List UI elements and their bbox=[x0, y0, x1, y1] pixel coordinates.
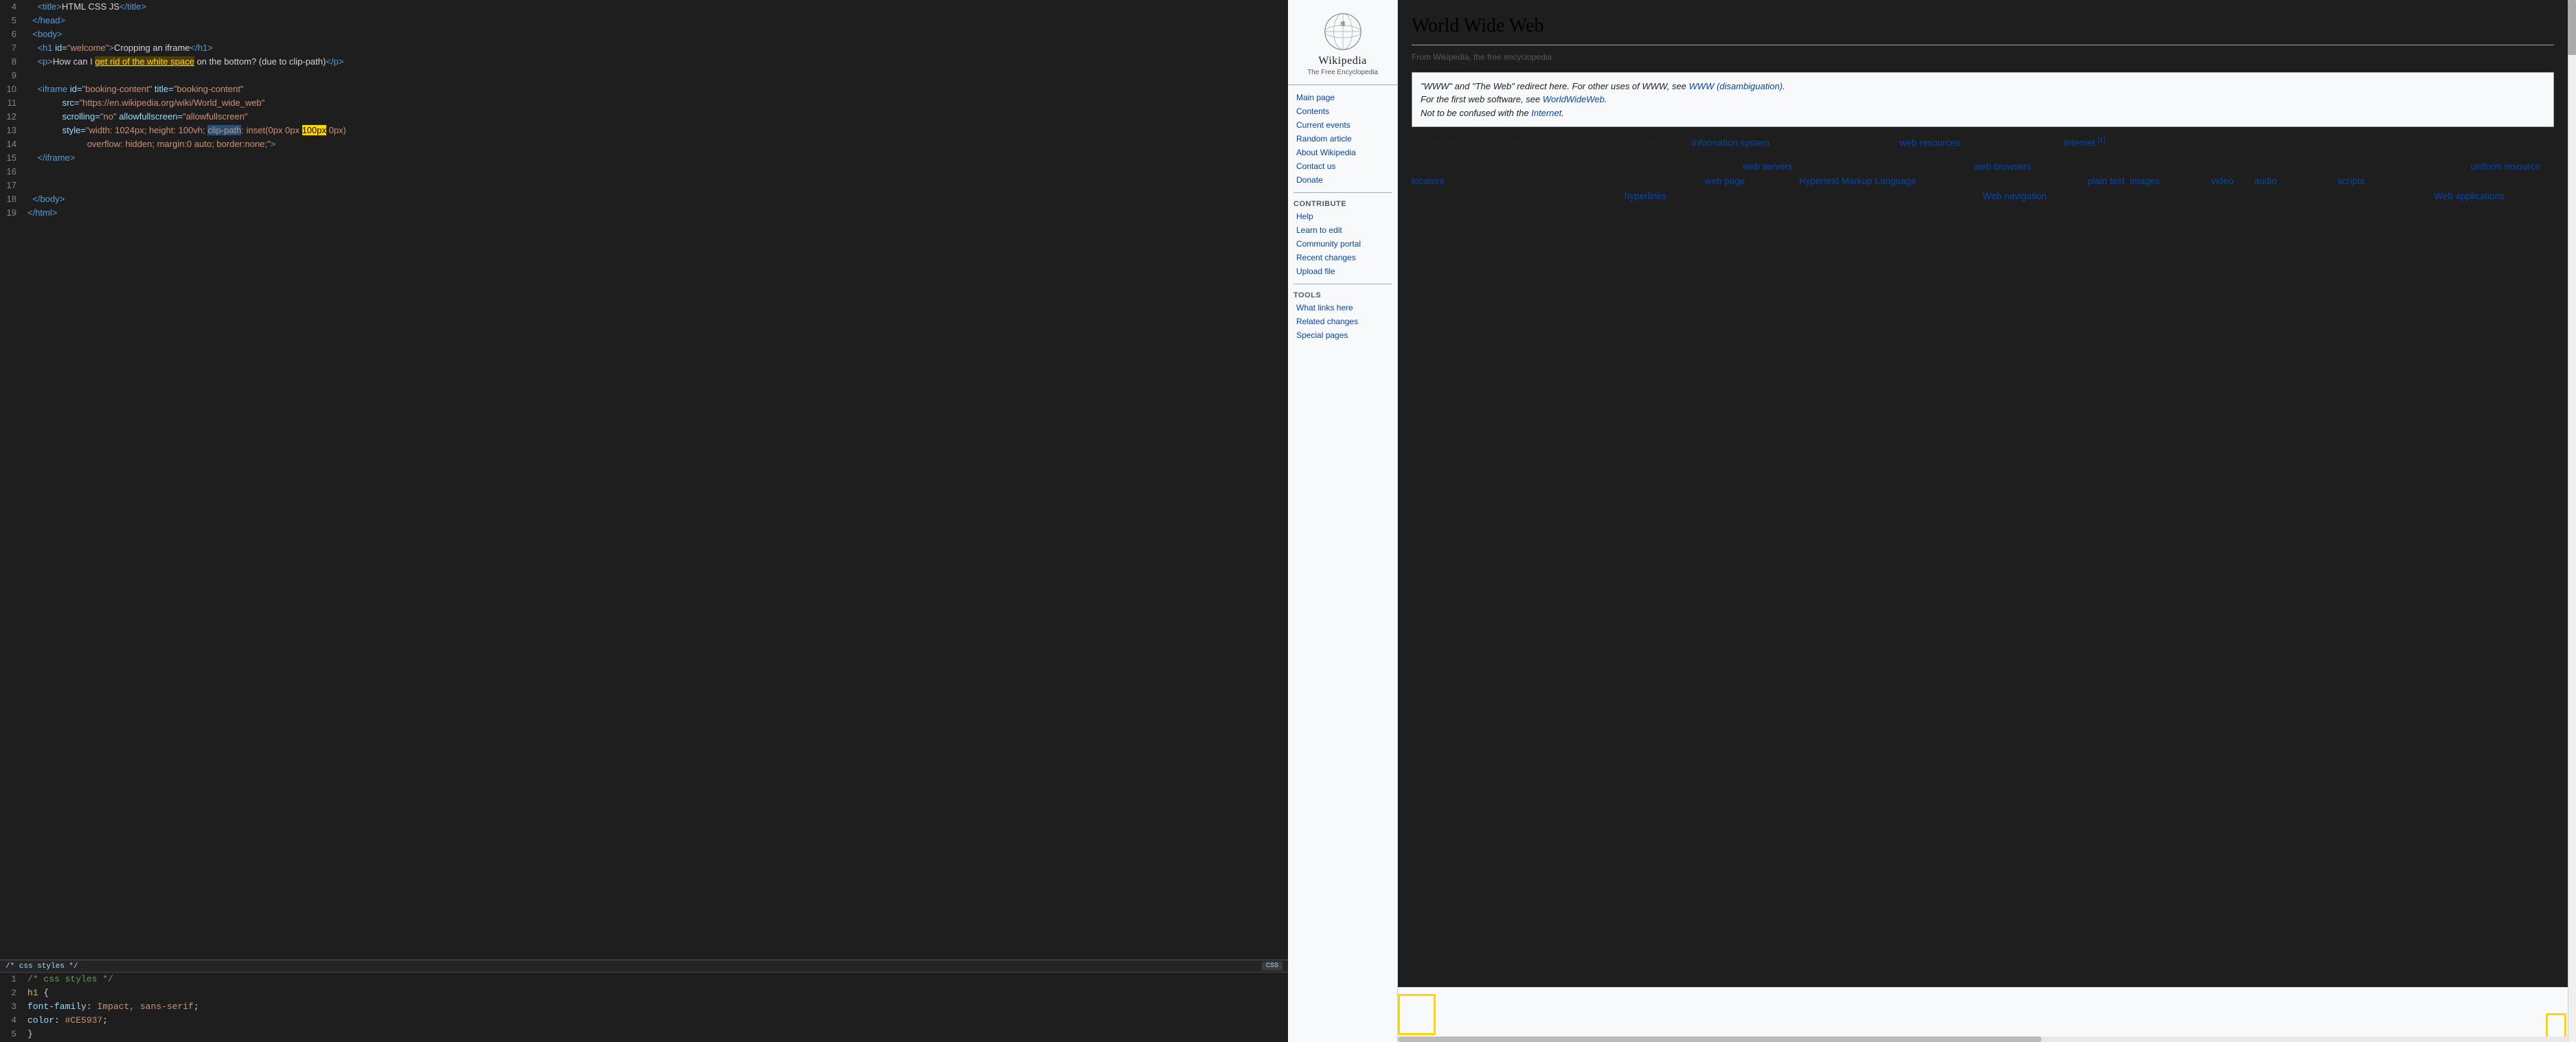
sidebar-item-current-events[interactable]: Current events bbox=[1288, 118, 1397, 132]
link-scripts[interactable]: scripts bbox=[2338, 176, 2364, 186]
infobox-line-3: Not to be confused with the Internet. bbox=[1421, 106, 2545, 120]
wiki-para-1: The World Wide Web (WWW), commonly known… bbox=[1412, 135, 2554, 150]
wiki-scrollbar[interactable] bbox=[1398, 1037, 2568, 1042]
link-web-browsers[interactable]: web browsers bbox=[1974, 161, 2031, 172]
wiki-nav-contribute: Contribute Help Learn to edit Community … bbox=[1288, 197, 1397, 278]
css-badge: CSS bbox=[1262, 962, 1283, 971]
css-tab-label: /* css styles */ bbox=[5, 962, 78, 971]
wiki-sidebar: 維 Wikipedia The Free Encyclopedia Main p… bbox=[1288, 0, 1398, 1042]
code-line-11: 11 src="https://en.wikipedia.org/wiki/Wo… bbox=[0, 96, 1288, 110]
wiki-page-title: World Wide Web bbox=[1412, 11, 2554, 45]
bold-www: World Wide Web bbox=[1430, 138, 1503, 148]
css-line-4: 4 color: #CE5937; bbox=[0, 1014, 1288, 1028]
svg-text:維: 維 bbox=[1340, 20, 1346, 27]
sidebar-item-learn-to-edit[interactable]: Learn to edit bbox=[1288, 223, 1397, 237]
css-editor[interactable]: /* css styles */ CSS 1 /* css styles */ … bbox=[0, 960, 1288, 1042]
infobox-line-2: For the first web software, see WorldWid… bbox=[1421, 93, 2545, 106]
css-line-3: 3 font-family: Impact, sans-serif; bbox=[0, 1000, 1288, 1014]
code-line-9: 9 bbox=[0, 69, 1288, 82]
wiki-content: World Wide Web From Wikipedia, the free … bbox=[1398, 0, 2568, 987]
link-web-resources[interactable]: web resources bbox=[1899, 138, 1960, 148]
infobox-line-1: "WWW" and "The Web" redirect here. For o… bbox=[1421, 80, 2545, 93]
code-line-4: 4 <title>HTML CSS JS</title> bbox=[0, 0, 1288, 14]
code-editor-panel: 4 <title>HTML CSS JS</title> 5 </head> 6… bbox=[0, 0, 1288, 1042]
sidebar-item-contents[interactable]: Contents bbox=[1288, 104, 1397, 118]
tools-heading: Tools bbox=[1288, 288, 1397, 301]
link-hyperlinks[interactable]: hyperlinks bbox=[1625, 191, 1667, 201]
wiki-right-scrollbar[interactable] bbox=[2568, 0, 2576, 1042]
wiki-globe-icon: 維 bbox=[1322, 11, 1364, 52]
link-video[interactable]: video bbox=[2211, 176, 2233, 186]
link-web-servers[interactable]: web servers bbox=[1743, 161, 1793, 172]
wiki-nav-tools: Tools What links here Related changes Sp… bbox=[1288, 288, 1397, 342]
css-line-2: 2 h1 { bbox=[0, 986, 1288, 1000]
infobox-link-2[interactable]: WorldWideWeb bbox=[1543, 94, 1605, 104]
infobox-link-3[interactable]: Internet bbox=[1531, 108, 1561, 118]
code-line-15: 15 </iframe> bbox=[0, 151, 1288, 165]
nav-divider-1 bbox=[1293, 192, 1392, 193]
link-html[interactable]: Hypertext Markup Language bbox=[1799, 176, 1916, 186]
wiki-bottom-area bbox=[1398, 987, 2568, 1042]
contribute-heading: Contribute bbox=[1288, 197, 1397, 209]
sidebar-item-related-changes[interactable]: Related changes bbox=[1288, 315, 1397, 328]
sidebar-item-contact-us[interactable]: Contact us bbox=[1288, 159, 1397, 173]
code-line-19: 19 </html> bbox=[0, 206, 1288, 220]
link-web-page[interactable]: web page bbox=[1705, 176, 1745, 186]
link-images[interactable]: images bbox=[2130, 176, 2160, 186]
wiki-logo: 維 Wikipedia The Free Encyclopedia bbox=[1288, 5, 1397, 85]
wiki-logo-title: Wikipedia bbox=[1291, 55, 1394, 67]
link-info-system[interactable]: information system bbox=[1692, 138, 1770, 148]
code-line-10: 10 <iframe id="booking-content" title="b… bbox=[0, 82, 1288, 96]
yellow-annotation-left bbox=[1398, 994, 1436, 1035]
sidebar-item-random-article[interactable]: Random article bbox=[1288, 132, 1397, 146]
wiki-scrollbar-thumb bbox=[1398, 1037, 2042, 1042]
code-line-13: 13 style="width: 1024px; height: 100vh; … bbox=[0, 124, 1288, 137]
code-line-7: 7 <h1 id="welcome">Cropping an iframe</h… bbox=[0, 41, 1288, 55]
wiki-right-scrollbar-thumb bbox=[2568, 0, 2576, 55]
wiki-from: From Wikipedia, the free encyclopedia bbox=[1412, 51, 2554, 64]
sidebar-item-donate[interactable]: Donate bbox=[1288, 173, 1397, 187]
sidebar-item-special-pages[interactable]: Special pages bbox=[1288, 328, 1397, 342]
wiki-para-2: Documents and downloadable media are mad… bbox=[1412, 159, 2554, 218]
sidebar-item-main-page[interactable]: Main page bbox=[1288, 91, 1397, 104]
bold-web: Web bbox=[1645, 138, 1664, 148]
sidebar-item-help[interactable]: Help bbox=[1288, 209, 1397, 223]
sidebar-item-upload-file[interactable]: Upload file bbox=[1288, 264, 1397, 278]
css-tab-bar: /* css styles */ CSS bbox=[0, 960, 1288, 973]
wikipedia-panel: 維 Wikipedia The Free Encyclopedia Main p… bbox=[1288, 0, 2576, 1042]
code-line-6: 6 <body> bbox=[0, 27, 1288, 41]
link-internet[interactable]: Internet bbox=[2064, 138, 2095, 148]
wiki-logo-subtitle: The Free Encyclopedia bbox=[1291, 69, 1394, 76]
sidebar-item-recent-changes[interactable]: Recent changes bbox=[1288, 251, 1397, 264]
css-line-1: 1 /* css styles */ bbox=[0, 973, 1288, 986]
wiki-infobox: "WWW" and "The Web" redirect here. For o… bbox=[1412, 72, 2554, 128]
html-editor[interactable]: 4 <title>HTML CSS JS</title> 5 </head> 6… bbox=[0, 0, 1288, 960]
code-line-8: 8 <p>How can I get rid of the white spac… bbox=[0, 55, 1288, 69]
sidebar-item-what-links-here[interactable]: What links here bbox=[1288, 301, 1397, 315]
code-line-17: 17 bbox=[0, 179, 1288, 192]
code-line-12: 12 scrolling="no" allowfullscreen="allow… bbox=[0, 110, 1288, 124]
code-line-16: 16 bbox=[0, 165, 1288, 179]
ref-1: [1] bbox=[2098, 137, 2105, 144]
link-web-apps[interactable]: Web applications bbox=[2434, 191, 2505, 201]
bold-www-abbr: WWW bbox=[1509, 138, 1535, 148]
sidebar-item-about-wikipedia[interactable]: About Wikipedia bbox=[1288, 146, 1397, 159]
infobox-link-1[interactable]: WWW (disambiguation) bbox=[1689, 81, 1783, 91]
css-line-5: 5 } bbox=[0, 1028, 1288, 1041]
code-line-18: 18 </body> bbox=[0, 192, 1288, 206]
sidebar-item-community-portal[interactable]: Community portal bbox=[1288, 237, 1397, 251]
wiki-nav-main: Main page Contents Current events Random… bbox=[1288, 91, 1397, 187]
code-line-14: 14 overflow: hidden; margin:0 auto; bord… bbox=[0, 137, 1288, 151]
link-audio[interactable]: audio bbox=[2254, 176, 2276, 186]
link-web-navigation[interactable]: Web navigation bbox=[1982, 191, 2046, 201]
code-line-5: 5 </head> bbox=[0, 14, 1288, 27]
link-plain-text[interactable]: plain text bbox=[2088, 176, 2125, 186]
